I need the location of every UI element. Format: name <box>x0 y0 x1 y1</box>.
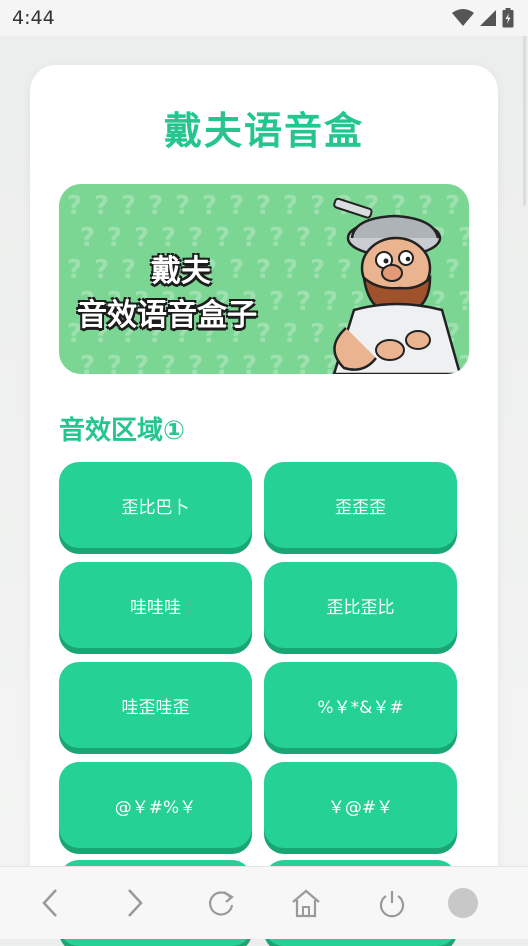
pattern-question-mark: ? <box>296 223 311 253</box>
pattern-question-mark: ? <box>296 287 311 317</box>
pattern-question-mark: ? <box>67 191 82 221</box>
sound-button-3[interactable]: 哇哇哇 <box>59 562 252 648</box>
pattern-question-mark: ? <box>121 191 136 221</box>
pattern-question-mark: ? <box>80 223 95 253</box>
section-title: 音效区域① <box>59 416 186 446</box>
pattern-question-mark: ? <box>202 191 217 221</box>
pattern-question-mark: ? <box>107 351 122 374</box>
pattern-question-mark: ? <box>283 255 298 285</box>
pattern-question-mark: ? <box>242 223 257 253</box>
pattern-question-mark: ? <box>134 223 149 253</box>
sound-button-8[interactable]: ￥@#￥ <box>264 762 457 848</box>
pattern-question-mark: ? <box>94 255 109 285</box>
back-icon[interactable] <box>32 885 68 921</box>
status-icons <box>452 8 514 28</box>
status-bar: 4:44 <box>0 0 528 36</box>
pattern-question-mark: ? <box>215 351 230 374</box>
banner-title-line1: 戴夫 <box>151 254 211 289</box>
status-time: 4:44 <box>12 7 55 29</box>
pattern-question-mark: ? <box>188 351 203 374</box>
pattern-question-mark: ? <box>80 351 95 374</box>
power-icon[interactable] <box>374 885 410 921</box>
pattern-question-mark: ? <box>269 351 284 374</box>
pattern-question-mark: ? <box>283 319 298 349</box>
sound-button-1[interactable]: 歪比巴卜 <box>59 462 252 548</box>
pattern-question-mark: ? <box>242 351 257 374</box>
wifi-icon <box>452 9 474 26</box>
pattern-question-mark: ? <box>296 351 311 374</box>
pattern-question-mark: ? <box>161 351 176 374</box>
pattern-question-mark: ? <box>175 191 190 221</box>
pattern-question-mark: ? <box>148 191 163 221</box>
page-title: 戴夫语音盒 <box>163 109 364 153</box>
bottom-nav-bar <box>0 866 528 939</box>
pattern-question-mark: ? <box>67 255 82 285</box>
sound-button-5[interactable]: 哇歪哇歪 <box>59 662 252 748</box>
pattern-question-mark: ? <box>269 223 284 253</box>
pattern-question-mark: ? <box>229 191 244 221</box>
menu-circle-icon[interactable] <box>445 885 481 921</box>
sound-button-7[interactable]: @￥#%￥ <box>59 762 252 848</box>
crazy-dave-illustration <box>332 198 462 374</box>
refresh-icon[interactable] <box>203 885 239 921</box>
pattern-question-mark: ? <box>121 255 136 285</box>
pattern-question-mark: ? <box>256 319 271 349</box>
sound-button-6[interactable]: %￥*&￥# <box>264 662 457 748</box>
battery-icon <box>502 8 514 28</box>
pattern-question-mark: ? <box>229 255 244 285</box>
home-icon[interactable] <box>288 885 324 921</box>
banner: ????????????????????????????????????????… <box>59 184 469 374</box>
pattern-question-mark: ? <box>269 287 284 317</box>
pattern-question-mark: ? <box>256 255 271 285</box>
banner-title-line2: 音效语音盒子 <box>77 298 257 333</box>
pattern-question-mark: ? <box>134 351 149 374</box>
sound-button-2[interactable]: 歪歪歪 <box>264 462 457 548</box>
pattern-question-mark: ? <box>215 223 230 253</box>
forward-icon[interactable] <box>117 885 153 921</box>
sound-button-4[interactable]: 歪比歪比 <box>264 562 457 648</box>
pattern-question-mark: ? <box>107 223 122 253</box>
pattern-question-mark: ? <box>94 191 109 221</box>
pattern-question-mark: ? <box>283 191 298 221</box>
pattern-question-mark: ? <box>256 191 271 221</box>
signal-icon <box>480 10 496 26</box>
